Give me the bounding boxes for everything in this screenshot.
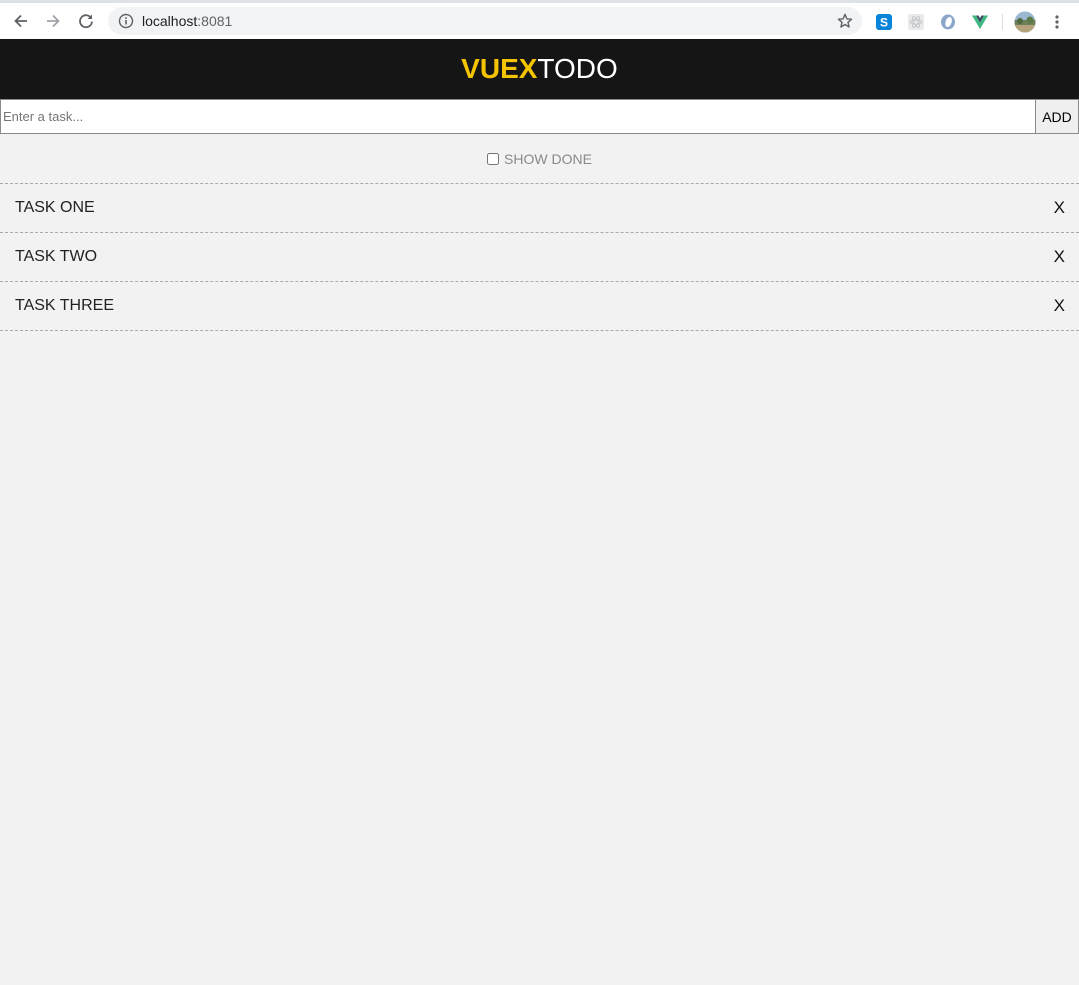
browser-toolbar: localhost:8081 S <box>0 0 1079 39</box>
arrow-left-icon <box>14 14 27 28</box>
url-host: localhost <box>142 13 198 29</box>
task-item[interactable]: TASK TWO X <box>0 233 1079 282</box>
opera-icon <box>941 14 955 30</box>
toolbar-divider <box>1002 14 1003 30</box>
reload-icon <box>79 14 93 29</box>
star-icon[interactable] <box>836 12 854 30</box>
show-done-label: SHOW DONE <box>504 150 592 167</box>
add-task-form: ADD <box>0 99 1079 134</box>
app-header: VUEX TODO <box>0 39 1079 99</box>
show-done-checkbox[interactable] <box>487 152 500 165</box>
task-item[interactable]: TASK THREE X <box>0 282 1079 331</box>
task-name[interactable]: TASK THREE <box>15 297 114 315</box>
show-done-toggle[interactable]: SHOW DONE <box>487 151 592 167</box>
add-button[interactable]: ADD <box>1035 99 1079 134</box>
remove-task-button[interactable]: X <box>1054 198 1065 218</box>
task-input[interactable] <box>0 99 1036 134</box>
brand-vuex: VUEX <box>461 53 538 84</box>
task-item[interactable]: TASK ONE X <box>0 184 1079 233</box>
skype-extension[interactable]: S <box>875 13 893 31</box>
reload-button[interactable] <box>73 8 99 34</box>
avatar <box>1014 11 1036 33</box>
back-button[interactable] <box>8 8 34 34</box>
browser-menu-button[interactable] <box>1048 13 1066 31</box>
task-name[interactable]: TASK ONE <box>15 199 95 217</box>
info-icon[interactable] <box>118 13 134 29</box>
url-text: localhost:8081 <box>142 13 232 29</box>
remove-task-button[interactable]: X <box>1054 247 1065 267</box>
opera-extension[interactable] <box>939 13 957 31</box>
skype-icon: S <box>876 14 892 30</box>
arrow-right-icon <box>47 14 60 28</box>
url-port: :8081 <box>197 13 233 29</box>
brand-todo: TODO <box>537 53 618 84</box>
filter-bar: SHOW DONE <box>0 134 1079 184</box>
profile-button[interactable] <box>1014 11 1036 33</box>
remove-task-button[interactable]: X <box>1054 296 1065 316</box>
vue-devtools-extension[interactable] <box>971 13 989 31</box>
kebab-menu-icon <box>1055 15 1059 29</box>
react-devtools-extension[interactable] <box>907 13 925 31</box>
task-name[interactable]: TASK TWO <box>15 248 97 266</box>
react-devtools-icon <box>908 14 924 30</box>
svg-text:S: S <box>880 16 888 30</box>
task-list: TASK ONE X TASK TWO X TASK THREE X <box>0 184 1079 331</box>
forward-button[interactable] <box>40 8 66 34</box>
address-bar[interactable]: localhost:8081 <box>108 7 862 35</box>
vue-devtools-icon <box>972 15 988 29</box>
